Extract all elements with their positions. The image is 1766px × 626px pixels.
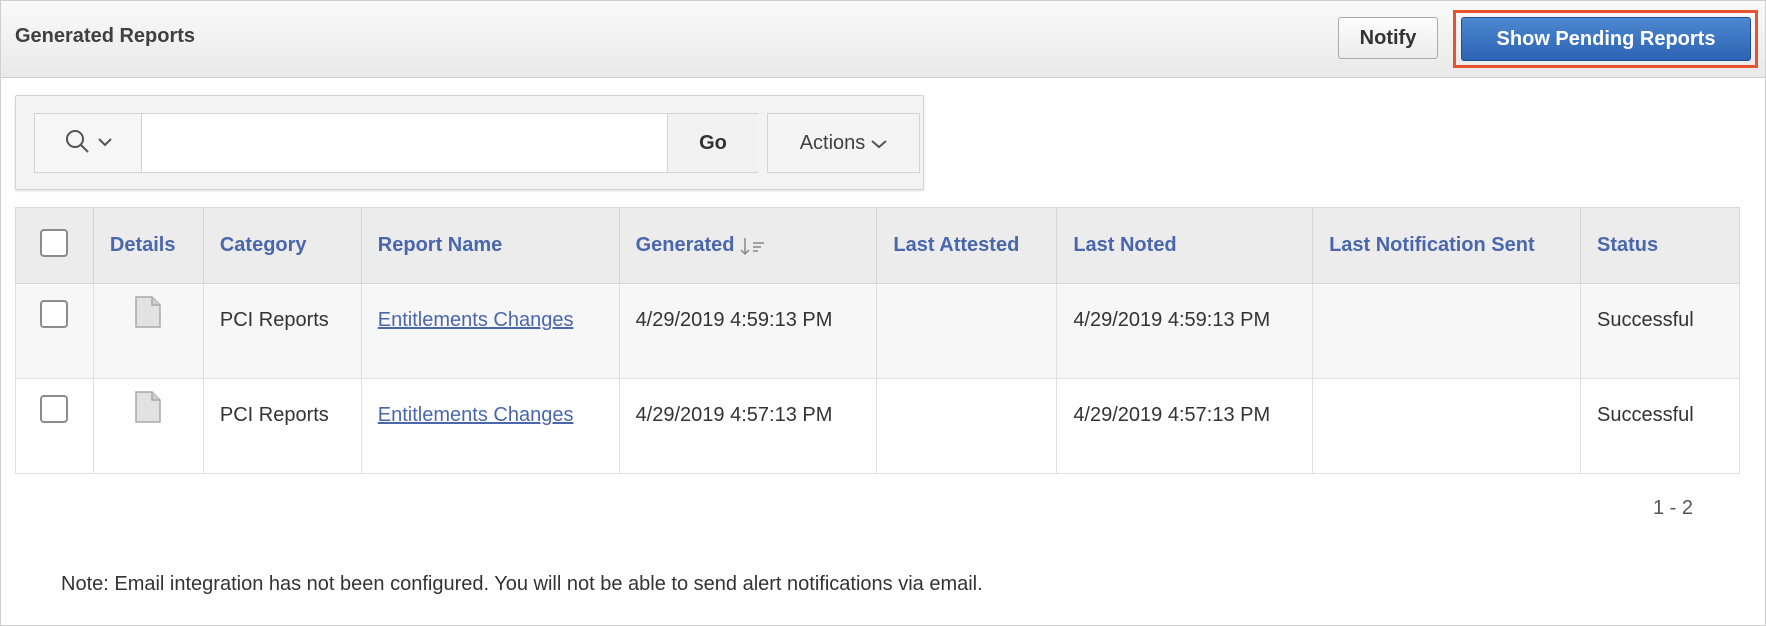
status-cell: Successful — [1580, 378, 1740, 474]
status-cell: Successful — [1580, 283, 1740, 379]
header-status[interactable]: Status — [1580, 207, 1740, 284]
header-report-name[interactable]: Report Name — [360, 207, 620, 284]
header-details[interactable]: Details — [92, 207, 204, 284]
last-notification-sent-cell — [1312, 283, 1581, 379]
row-checkbox[interactable] — [40, 300, 69, 328]
table-header-row: Details Category Report Name Generated L… — [15, 207, 1740, 284]
header-last-notification-sent[interactable]: Last Notification Sent — [1312, 207, 1581, 284]
actions-label: Actions — [799, 131, 866, 154]
details-cell — [92, 378, 204, 474]
search-icon — [64, 128, 90, 159]
category-cell: PCI Reports — [202, 378, 362, 474]
header-category[interactable]: Category — [202, 207, 362, 284]
last-attested-cell — [876, 378, 1058, 474]
header-last-attested[interactable]: Last Attested — [876, 207, 1058, 284]
table-row: PCI Reports Entitlements Changes 4/29/20… — [15, 283, 1740, 379]
last-noted-cell: 4/29/2019 4:57:13 PM — [1056, 378, 1314, 474]
row-select-cell — [15, 283, 94, 379]
report-name-cell: Entitlements Changes — [360, 378, 620, 474]
last-notification-sent-cell — [1312, 378, 1581, 474]
go-button[interactable]: Go — [667, 114, 758, 172]
generated-cell: 4/29/2019 4:59:13 PM — [618, 283, 878, 379]
chevron-down-icon — [98, 134, 112, 152]
reports-table: Details Category Report Name Generated L… — [15, 207, 1740, 474]
header-generated-label: Generated — [635, 234, 735, 256]
chevron-down-icon — [871, 132, 887, 155]
report-name-cell: Entitlements Changes — [360, 283, 620, 379]
search-input[interactable] — [142, 114, 667, 172]
details-cell — [92, 283, 204, 379]
row-select-cell — [15, 378, 94, 474]
select-all-cell — [15, 207, 94, 284]
category-cell: PCI Reports — [202, 283, 362, 379]
table-row: PCI Reports Entitlements Changes 4/29/20… — [15, 378, 1740, 474]
last-noted-cell: 4/29/2019 4:59:13 PM — [1056, 283, 1314, 379]
select-all-checkbox[interactable] — [40, 228, 69, 257]
row-checkbox[interactable] — [40, 395, 69, 423]
report-name-link[interactable]: Entitlements Changes — [378, 404, 574, 426]
search-bar: Go — [34, 113, 758, 173]
header-last-noted[interactable]: Last Noted — [1056, 207, 1314, 284]
actions-menu-button[interactable]: Actions — [767, 113, 920, 173]
generated-cell: 4/29/2019 4:57:13 PM — [618, 378, 878, 474]
search-column-selector[interactable] — [35, 114, 142, 172]
report-toolbar: Go Actions — [15, 95, 924, 190]
region-title: Generated Reports — [15, 25, 196, 47]
sort-descending-icon — [740, 234, 766, 256]
email-integration-note: Note: Email integration has not been con… — [61, 573, 983, 595]
last-attested-cell — [876, 283, 1058, 379]
show-pending-reports-button[interactable]: Show Pending Reports — [1461, 17, 1751, 61]
notify-button[interactable]: Notify — [1338, 17, 1438, 59]
region-header: Generated Reports Notify Show Pending Re… — [1, 1, 1765, 78]
pagination-range: 1 - 2 — [1653, 497, 1694, 519]
header-generated[interactable]: Generated — [618, 207, 878, 284]
document-icon[interactable] — [135, 391, 162, 433]
report-name-link[interactable]: Entitlements Changes — [378, 309, 574, 331]
generated-reports-region: Generated Reports Notify Show Pending Re… — [0, 0, 1766, 626]
document-icon[interactable] — [135, 296, 162, 338]
